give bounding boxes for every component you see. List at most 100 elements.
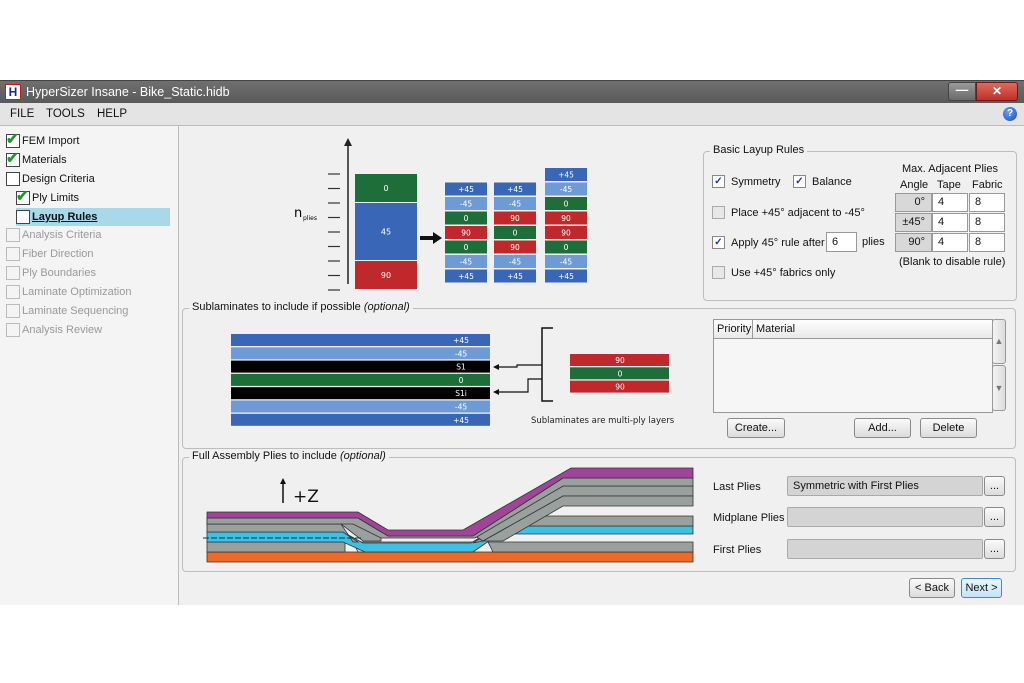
sidebar-item-fiber-direction: Fiber Direction: [6, 245, 94, 263]
sidebar-item-ply-limits[interactable]: ✔ Ply Limits: [16, 188, 79, 207]
plies-suffix: plies: [862, 236, 885, 248]
sidebar-item-layup-rules[interactable]: Layup Rules: [16, 208, 170, 226]
tape-input[interactable]: 4: [932, 213, 968, 232]
title-bar: H HyperSizer Insane - Bike_Static.hidb —…: [0, 81, 1024, 103]
unchecked-box-icon: [6, 172, 20, 186]
first-plies-field[interactable]: [787, 539, 983, 559]
group-legend: Basic Layup Rules: [710, 144, 808, 156]
angle-cell: 90°: [895, 233, 932, 252]
app-window: H HyperSizer Insane - Bike_Static.hidb —…: [0, 80, 1024, 605]
menu-tools[interactable]: TOOLS: [46, 108, 85, 120]
sublaminate-ply: [231, 360, 490, 373]
col-fabric: Fabric: [972, 179, 1003, 191]
unchecked-box-icon: [6, 228, 20, 242]
move-down-button[interactable]: ▼: [992, 365, 1006, 411]
z-label: +Z: [293, 487, 319, 507]
back-button[interactable]: < Back: [909, 578, 955, 598]
basic-layup-rules-group: Basic Layup Rules ✓ Symmetry ✓ Balance Pla…: [703, 144, 1017, 301]
sidebar-item-materials[interactable]: ✔ Materials: [6, 150, 67, 169]
tape-input[interactable]: 4: [932, 233, 968, 252]
sidebar-item-laminate-optimization: Laminate Optimization: [6, 283, 131, 301]
fabric-input[interactable]: 8: [969, 213, 1005, 232]
stack-ply-label: -45: [509, 258, 521, 267]
checked-icon: ✔: [6, 131, 20, 148]
minimize-button[interactable]: —: [948, 82, 976, 101]
sublaminate-table[interactable]: Priority Material: [713, 319, 993, 413]
sub-ply-label: 90: [615, 383, 625, 392]
sidebar-item-label: Laminate Optimization: [22, 286, 132, 298]
menu-file[interactable]: FILE: [10, 108, 34, 120]
ply-gray-2: [487, 541, 694, 553]
ply-block-label: 0: [383, 184, 388, 193]
symmetry-checkbox[interactable]: ✓ Symmetry: [712, 175, 781, 188]
window-title: HyperSizer Insane - Bike_Static.hidb: [26, 85, 230, 99]
col-material[interactable]: Material: [756, 323, 795, 335]
axis-arrow-icon: [344, 138, 352, 146]
right-arrow-icon: [420, 232, 442, 244]
delete-button[interactable]: Delete: [920, 418, 977, 438]
sublaminate-ply-label: +45: [453, 336, 469, 345]
stack-ply-label: +45: [507, 185, 523, 194]
app-logo-icon: H: [5, 84, 21, 100]
fabric-input[interactable]: 8: [969, 233, 1005, 252]
sidebar-item-ply-boundaries: Ply Boundaries: [6, 264, 96, 282]
adjacent-checkbox[interactable]: Place +45° adjacent to -45°: [712, 206, 865, 219]
last-plies-field[interactable]: Symmetric with First Plies: [787, 476, 983, 496]
help-icon[interactable]: ?: [1003, 107, 1017, 121]
sublaminates-group: Sublaminates to include if possible (opt…: [182, 301, 1016, 449]
stack-ply-label: 90: [461, 229, 471, 238]
balance-checkbox[interactable]: ✓ Balance: [793, 175, 852, 188]
tape-input[interactable]: 4: [932, 193, 968, 212]
stack-ply-label: 0: [564, 243, 569, 252]
ply-gray-1: [206, 541, 346, 553]
stack-ply-label: 90: [510, 243, 520, 252]
sidebar-item-label: Design Criteria: [22, 173, 95, 185]
connector-s1: [495, 364, 542, 368]
unchecked-box-icon: [16, 210, 30, 224]
sidebar-item-design-criteria[interactable]: Design Criteria: [6, 170, 95, 188]
first-plies-browse-button[interactable]: ...: [984, 539, 1005, 559]
checked-icon: ✔: [6, 150, 20, 167]
sidebar-item-label: Materials: [22, 154, 67, 166]
create-button[interactable]: Create...: [727, 418, 785, 438]
sidebar-item-analysis-criteria: Analysis Criteria: [6, 226, 101, 244]
fabrics-only-checkbox[interactable]: Use +45° fabrics only: [712, 266, 835, 279]
next-button[interactable]: Next >: [961, 578, 1002, 598]
sublaminate-ply: [231, 400, 490, 413]
arrow-s1i-icon: [493, 389, 499, 395]
sidebar-item-fem-import[interactable]: ✔ FEM Import: [6, 131, 79, 150]
ply-block-label: 90: [381, 271, 391, 280]
fabric-input[interactable]: 8: [969, 193, 1005, 212]
col-tape: Tape: [937, 179, 961, 191]
apply45-checkbox[interactable]: ✓ Apply 45° rule after: [712, 236, 825, 249]
assembly-diagram: +Z: [203, 467, 694, 563]
sublaminate-ply-label: 0: [459, 376, 464, 385]
first-plies-label: First Plies: [713, 544, 762, 556]
stack-ply-label: -45: [560, 258, 572, 267]
stack-ply-label: 0: [464, 214, 469, 223]
last-plies-browse-button[interactable]: ...: [984, 476, 1005, 496]
col-priority[interactable]: Priority: [717, 323, 751, 335]
symmetry-label: Symmetry: [731, 175, 781, 188]
stack-ply-label: -45: [460, 258, 472, 267]
stack-ply-label: +45: [458, 185, 474, 194]
stack-ply-label: -45: [509, 200, 521, 209]
stack-ply-label: 90: [510, 214, 520, 223]
menu-help[interactable]: HELP: [97, 108, 127, 120]
apply45-label: Apply 45° rule after: [731, 236, 825, 249]
balance-label: Balance: [812, 175, 852, 188]
midplane-plies-field[interactable]: [787, 507, 983, 527]
last-plies-label: Last Plies: [713, 481, 761, 493]
z-arrow-icon: [280, 478, 286, 484]
unchecked-box-icon: [6, 247, 20, 261]
stack-ply-label: 90: [561, 214, 571, 223]
apply45-plies-input[interactable]: 6: [826, 232, 857, 252]
add-button[interactable]: Add...: [854, 418, 911, 438]
col-angle: Angle: [900, 179, 929, 191]
sidebar-item-label: Fiber Direction: [22, 248, 94, 260]
midplane-plies-browse-button[interactable]: ...: [984, 507, 1005, 527]
close-button[interactable]: ✕: [976, 82, 1018, 101]
stack-ply-label: 0: [513, 229, 518, 238]
stack-ply-label: -45: [560, 185, 572, 194]
move-up-button[interactable]: ▲: [992, 319, 1006, 364]
